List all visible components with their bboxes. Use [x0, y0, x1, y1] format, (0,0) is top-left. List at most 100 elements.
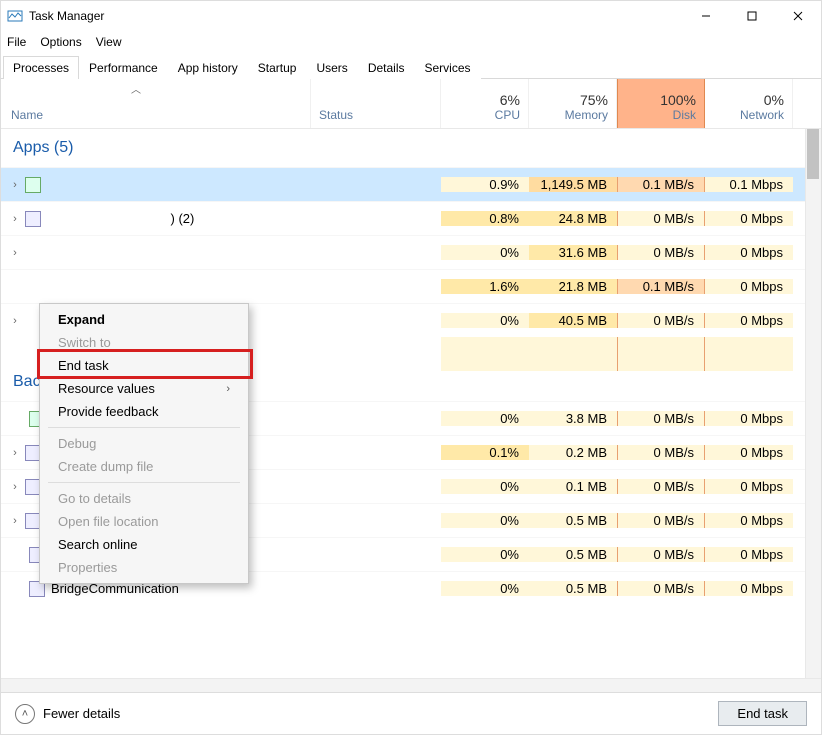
maximize-button[interactable]: [729, 1, 775, 31]
menu-view[interactable]: View: [96, 35, 122, 49]
task-manager-window: Task Manager File Options View Processes…: [0, 0, 822, 735]
disk-cell: 0 MB/s: [617, 313, 705, 328]
tab-performance[interactable]: Performance: [79, 56, 168, 79]
sort-indicator-icon: ︿: [131, 81, 141, 96]
expand-icon[interactable]: ›: [7, 447, 23, 459]
column-disk[interactable]: 100%Disk: [617, 79, 705, 128]
group-apps[interactable]: Apps (5): [1, 129, 821, 167]
disk-cell: 0 MB/s: [617, 245, 705, 260]
network-cell: 0 Mbps: [705, 479, 793, 494]
cpu-cell: 0%: [441, 547, 529, 562]
network-cell: 0.1 Mbps: [705, 177, 793, 192]
column-status[interactable]: Status: [311, 79, 441, 128]
expand-icon[interactable]: ›: [7, 213, 23, 225]
menu-separator: [48, 482, 240, 483]
cpu-cell: 0%: [441, 479, 529, 494]
disk-cell: 0 MB/s: [617, 445, 705, 460]
ctx-search-online[interactable]: Search online: [40, 533, 248, 556]
window-title: Task Manager: [29, 9, 104, 23]
disk-cell: 0 MB/s: [617, 479, 705, 494]
column-name[interactable]: Name: [1, 79, 311, 128]
memory-cell: 0.5 MB: [529, 581, 617, 596]
disk-cell: 0 MB/s: [617, 513, 705, 528]
memory-cell: 40.5 MB: [529, 313, 617, 328]
expand-icon[interactable]: ›: [7, 515, 23, 527]
cpu-cell: 0.8%: [441, 211, 529, 226]
chevron-up-icon: ˄: [15, 704, 35, 724]
cpu-cell: 0.1%: [441, 445, 529, 460]
menu-separator: [48, 427, 240, 428]
expand-icon[interactable]: ›: [7, 179, 23, 191]
column-cpu[interactable]: 6%CPU: [441, 79, 529, 128]
ctx-provide-feedback[interactable]: Provide feedback: [40, 400, 248, 423]
cpu-cell: 0%: [441, 245, 529, 260]
cpu-cell: 1.6%: [441, 279, 529, 294]
process-name: ) (2): [171, 211, 195, 226]
expand-icon[interactable]: ›: [7, 315, 23, 327]
disk-cell: 0 MB/s: [617, 581, 705, 596]
process-row[interactable]: › 0.9% 1,149.5 MB 0.1 MB/s 0.1 Mbps: [1, 167, 821, 201]
network-cell: 0 Mbps: [705, 581, 793, 596]
vertical-scrollbar[interactable]: [805, 129, 821, 694]
tab-services[interactable]: Services: [415, 56, 481, 79]
memory-cell: 31.6 MB: [529, 245, 617, 260]
tab-users[interactable]: Users: [306, 56, 357, 79]
ctx-expand[interactable]: Expand: [40, 308, 248, 331]
process-row[interactable]: ›xxxxxxxxxxxxxxxxxxx) (2) 0.8% 24.8 MB 0…: [1, 201, 821, 235]
network-cell: 0 Mbps: [705, 313, 793, 328]
tab-startup[interactable]: Startup: [248, 56, 307, 79]
ctx-switch-to: Switch to: [40, 331, 248, 354]
menu-options[interactable]: Options: [40, 35, 81, 49]
disk-cell: 0 MB/s: [617, 411, 705, 426]
tab-processes[interactable]: Processes: [3, 56, 79, 79]
disk-cell: 0 MB/s: [617, 211, 705, 226]
ctx-create-dump: Create dump file: [40, 455, 248, 478]
memory-cell: 21.8 MB: [529, 279, 617, 294]
expand-icon[interactable]: ›: [7, 247, 23, 259]
scroll-thumb[interactable]: [807, 129, 819, 179]
close-button[interactable]: [775, 1, 821, 31]
column-memory[interactable]: 75%Memory: [529, 79, 617, 128]
ctx-open-file-location: Open file location: [40, 510, 248, 533]
process-icon: [25, 177, 41, 193]
task-manager-icon: [7, 8, 23, 24]
memory-cell: 0.1 MB: [529, 479, 617, 494]
fewer-details-label: Fewer details: [43, 706, 120, 721]
process-icon: [25, 211, 41, 227]
cpu-cell: 0%: [441, 513, 529, 528]
network-cell: 0 Mbps: [705, 245, 793, 260]
menu-bar: File Options View: [1, 31, 821, 53]
network-cell: 0 Mbps: [705, 547, 793, 562]
column-network[interactable]: 0%Network: [705, 79, 793, 128]
process-list-panel: ︿ Name Status 6%CPU 75%Memory 100%Disk 0…: [1, 79, 821, 694]
tab-app-history[interactable]: App history: [168, 56, 248, 79]
context-menu: Expand Switch to End task Resource value…: [39, 303, 249, 584]
expand-icon[interactable]: ›: [7, 481, 23, 493]
tab-details[interactable]: Details: [358, 56, 415, 79]
footer-bar: ˄ Fewer details End task: [1, 692, 821, 734]
ctx-go-to-details: Go to details: [40, 487, 248, 510]
network-cell: 0 Mbps: [705, 513, 793, 528]
network-cell: 0 Mbps: [705, 411, 793, 426]
menu-file[interactable]: File: [7, 35, 26, 49]
column-header-row: ︿ Name Status 6%CPU 75%Memory 100%Disk 0…: [1, 79, 821, 129]
disk-cell: 0.1 MB/s: [617, 177, 705, 192]
cpu-cell: 0.9%: [441, 177, 529, 192]
memory-cell: 0.5 MB: [529, 547, 617, 562]
ctx-debug: Debug: [40, 432, 248, 455]
network-cell: 0 Mbps: [705, 211, 793, 226]
memory-cell: 0.2 MB: [529, 445, 617, 460]
ctx-resource-values[interactable]: Resource values›: [40, 377, 248, 400]
memory-cell: 1,149.5 MB: [529, 177, 617, 192]
cpu-cell: 0%: [441, 411, 529, 426]
minimize-button[interactable]: [683, 1, 729, 31]
fewer-details-toggle[interactable]: ˄ Fewer details: [15, 704, 120, 724]
process-row[interactable]: 1.6% 21.8 MB 0.1 MB/s 0 Mbps: [1, 269, 821, 303]
end-task-button[interactable]: End task: [718, 701, 807, 726]
disk-cell: 0.1 MB/s: [617, 279, 705, 294]
ctx-end-task[interactable]: End task: [40, 354, 248, 377]
window-controls: [683, 1, 821, 31]
network-cell: 0 Mbps: [705, 445, 793, 460]
cpu-cell: 0%: [441, 313, 529, 328]
process-row[interactable]: › 0% 31.6 MB 0 MB/s 0 Mbps: [1, 235, 821, 269]
